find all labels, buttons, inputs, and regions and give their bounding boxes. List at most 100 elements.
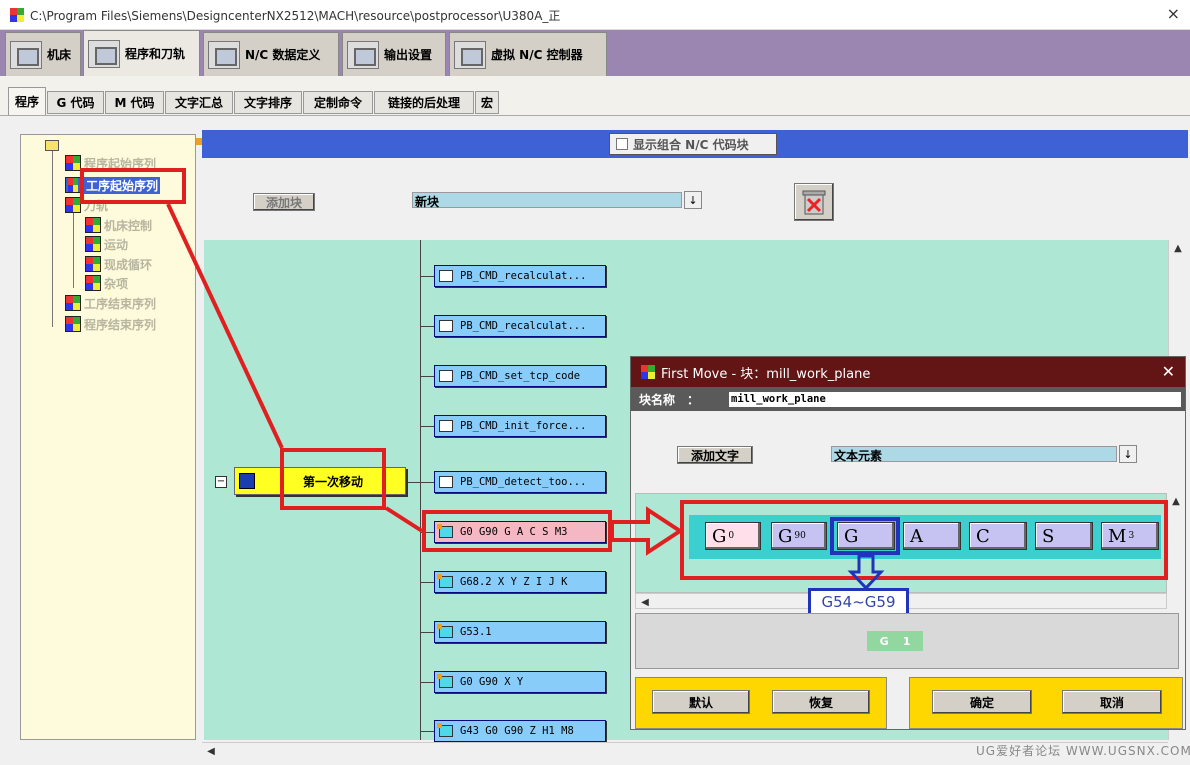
block-icon (437, 574, 453, 588)
annotation-box (422, 510, 612, 552)
app-icon (10, 8, 24, 22)
connector (406, 482, 434, 483)
block-icon (437, 723, 453, 737)
tree-item-operation-end[interactable]: 工序结束序列 (65, 294, 156, 312)
tab-machine[interactable]: 机床 (5, 32, 81, 76)
block-item[interactable]: PB_CMD_detect_too... (434, 471, 606, 493)
hand-icon (439, 320, 453, 332)
collapse-toggle[interactable]: − (215, 476, 227, 488)
folder-icon (45, 140, 59, 151)
dialog-title: First Move - 块：mill_work_plane (661, 366, 871, 382)
block-item[interactable]: G68.2 X Y Z I J K (434, 571, 606, 593)
restore-button[interactable]: 恢复 (772, 690, 870, 714)
sequence-cube-icon (65, 295, 81, 311)
block-item[interactable]: PB_CMD_recalculat... (434, 265, 606, 287)
tab-macro[interactable]: 宏 (475, 91, 499, 114)
sequence-cube-icon (65, 316, 81, 332)
sequence-cube-icon (65, 197, 81, 213)
dialog-close-icon[interactable]: ✕ (1162, 362, 1175, 381)
block-item[interactable]: PB_CMD_recalculat... (434, 315, 606, 337)
window-close-icon[interactable]: × (1167, 4, 1180, 23)
block-name-label: 块名称 ： (639, 392, 700, 407)
sequence-connector (420, 240, 421, 740)
connector (420, 426, 434, 427)
tab-program[interactable]: 程序 (8, 87, 46, 115)
block-item[interactable]: G53.1 (434, 621, 606, 643)
tab-program-toolpath[interactable]: 程序和刀轨 (83, 30, 200, 76)
tree-line (52, 147, 53, 327)
block-item[interactable]: G0 G90 X Y (434, 671, 606, 693)
connector (420, 582, 434, 583)
dialog-titlebar: First Move - 块：mill_work_plane ✕ (631, 357, 1185, 387)
scroll-left-icon[interactable]: ◀ (636, 594, 654, 610)
default-button[interactable]: 默认 (652, 690, 750, 714)
tab-output-settings[interactable]: 输出设置 (342, 32, 446, 76)
printer-icon (347, 40, 379, 69)
hand-icon (439, 420, 453, 432)
scroll-up-icon[interactable]: ▲ (1167, 493, 1185, 509)
annotation-box (280, 448, 386, 510)
tab-m-code[interactable]: M 代码 (105, 91, 164, 114)
tab-virtual-nc[interactable]: 虚拟 N/C 控制器 (449, 32, 607, 76)
nc-data-icon (208, 40, 240, 69)
connector (420, 326, 434, 327)
hand-icon (439, 476, 453, 488)
sequence-cube-icon (85, 217, 101, 233)
sequence-cube-icon (85, 275, 101, 291)
tree-item-canned-cycle[interactable]: 现成循环 (85, 255, 152, 273)
block-icon (437, 674, 453, 688)
block-name-field[interactable]: mill_work_plane (729, 392, 1181, 407)
annotation-box (80, 168, 186, 204)
scroll-up-icon[interactable]: ▲ (1169, 240, 1187, 256)
sequence-tree: 程序起始序列 工序起始序列 刀轨 机床控制 运动 现成循环 杂项 工序结束序列 … (20, 134, 196, 740)
show-combined-toggle[interactable]: 显示组合 N/C 代码块 (609, 133, 777, 155)
sequence-cube-icon (65, 177, 81, 193)
block-item[interactable]: PB_CMD_set_tcp_code (434, 365, 606, 387)
annotation-box (830, 517, 900, 555)
tab-custom-command[interactable]: 定制命令 (303, 91, 373, 114)
block-item[interactable]: G43 G0 G90 Z H1 M8 (434, 720, 606, 742)
new-block-select[interactable]: 新块 (412, 192, 682, 209)
tab-nc-data[interactable]: N/C 数据定义 (203, 32, 339, 76)
watermark: UG爱好者论坛 WWW.UGSNX.COM (976, 744, 1190, 758)
preview-chip: G1 (867, 631, 923, 651)
trash-icon (802, 190, 826, 215)
word-vertical-scrollbar[interactable]: ▲ (1167, 493, 1185, 609)
tree-item-machine-control[interactable]: 机床控制 (85, 216, 152, 234)
toolpath-icon (88, 39, 120, 68)
ok-button[interactable]: 确定 (932, 690, 1032, 714)
trash-button[interactable] (794, 183, 834, 221)
connector (420, 632, 434, 633)
virtual-controller-icon (454, 40, 486, 69)
sequence-cube-icon (85, 256, 101, 272)
tree-item-program-end[interactable]: 程序结束序列 (65, 315, 156, 333)
button-panel-left: 默认 恢复 (635, 677, 887, 729)
main-tab-strip: 机床 程序和刀轨 N/C 数据定义 输出设置 虚拟 N/C 控制器 (0, 30, 1190, 76)
cancel-button[interactable]: 取消 (1062, 690, 1162, 714)
text-element-select[interactable]: 文本元素 (831, 446, 1117, 463)
add-text-button[interactable]: 添加文字 (677, 446, 753, 464)
tab-linked-posts[interactable]: 链接的后处理 (374, 91, 474, 114)
dropdown-arrow-icon[interactable]: ↓ (684, 191, 702, 209)
tab-word-order[interactable]: 文字排序 (234, 91, 302, 114)
window-titlebar: C:\Program Files\Siemens\DesigncenterNX2… (0, 0, 1190, 30)
tab-word-summary[interactable]: 文字汇总 (165, 91, 233, 114)
tree-line (73, 212, 74, 288)
scroll-left-icon[interactable]: ◀ (202, 743, 220, 759)
connector (420, 731, 434, 732)
tree-item-motion[interactable]: 运动 (85, 235, 128, 253)
add-block-button[interactable]: 添加块 (253, 193, 315, 211)
connector (420, 682, 434, 683)
event-icon (239, 473, 255, 489)
block-icon (437, 624, 453, 638)
block-item[interactable]: PB_CMD_init_force... (434, 415, 606, 437)
tab-g-code[interactable]: G 代码 (47, 91, 104, 114)
connector (420, 276, 434, 277)
sequence-cube-icon (65, 155, 81, 171)
annotation-label: G54~G59 (808, 588, 909, 616)
hand-icon (439, 270, 453, 282)
connector (420, 376, 434, 377)
checkbox[interactable] (616, 138, 628, 150)
tree-item-misc[interactable]: 杂项 (85, 274, 128, 292)
dropdown-arrow-icon[interactable]: ↓ (1119, 445, 1137, 463)
